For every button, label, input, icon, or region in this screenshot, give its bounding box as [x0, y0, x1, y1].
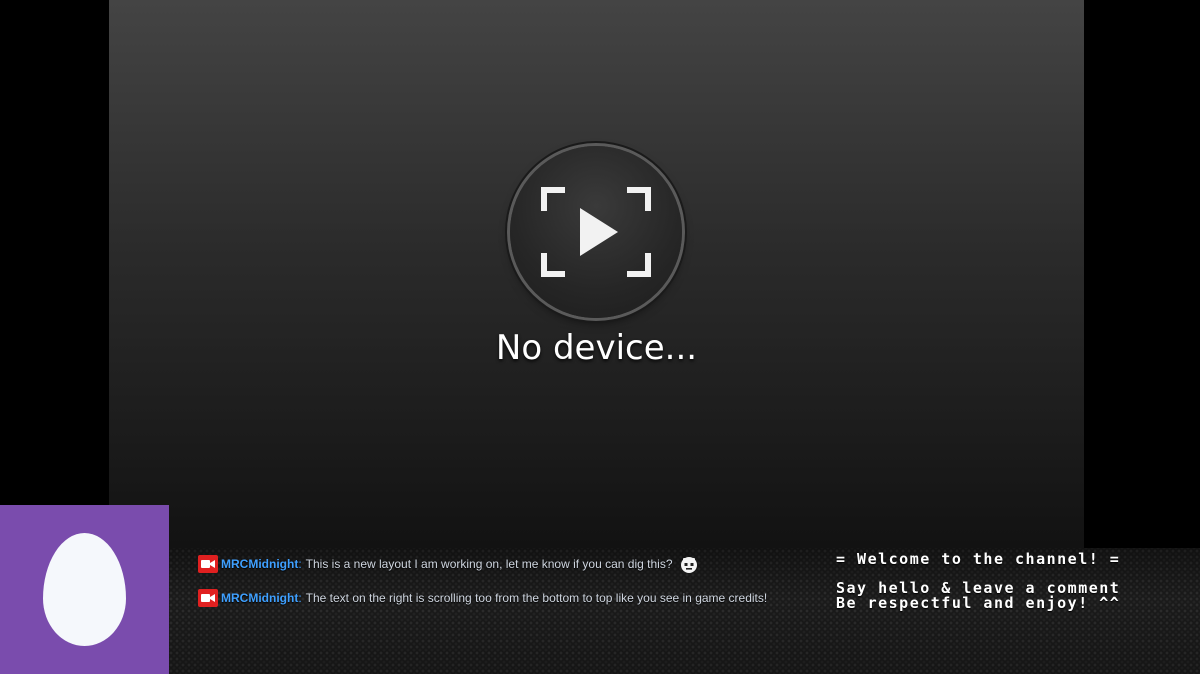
scroller-be-respectful: Be respectful and enjoy! ^^ [836, 594, 1121, 612]
chat-username[interactable]: MRCMidnight [221, 591, 298, 605]
robot-face-emote [679, 555, 697, 573]
stream-overlay: No device... MRCMidnight : This is a new… [0, 0, 1200, 674]
chat-separator: : [298, 557, 302, 571]
scroller-welcome: = Welcome to the channel! = [836, 550, 1121, 568]
player-status-text: No device... [495, 328, 698, 368]
focus-frame-icon [541, 187, 651, 277]
chat-username[interactable]: MRCMidnight [221, 557, 298, 571]
chat-overlay: MRCMidnight : This is a new layout I am … [198, 554, 818, 622]
video-player[interactable]: No device... [109, 0, 1084, 548]
webcam-frame [0, 505, 169, 674]
chat-separator: : [298, 591, 302, 605]
egg-avatar-icon [43, 533, 126, 646]
chat-message-text: The text on the right is scrolling too f… [305, 591, 768, 605]
chat-message: MRCMidnight : The text on the right is s… [198, 588, 818, 608]
chat-message: MRCMidnight : This is a new layout I am … [198, 554, 818, 574]
play-button[interactable] [510, 146, 682, 318]
video-camera-icon [198, 589, 218, 607]
video-camera-icon [198, 555, 218, 573]
scrolling-credits: = Welcome to the channel! = Say hello & … [830, 548, 1190, 674]
play-icon [580, 208, 618, 256]
chat-message-text: This is a new layout I am working on, le… [305, 557, 673, 571]
